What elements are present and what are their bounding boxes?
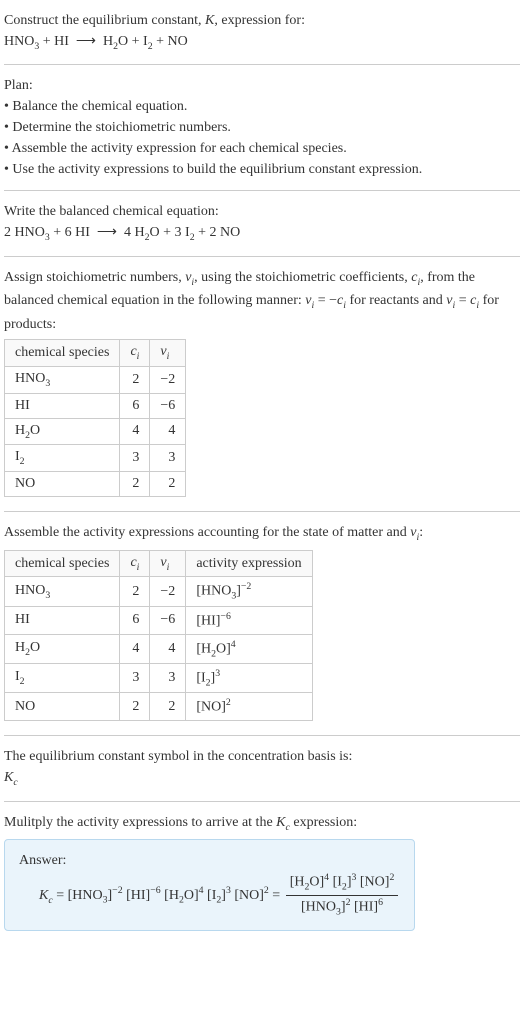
balanced-title: Write the balanced chemical equation: xyxy=(4,201,520,222)
cell-c: 2 xyxy=(120,366,150,393)
cell-species: NO xyxy=(5,693,120,721)
stoich-section: Assign stoichiometric numbers, νi, using… xyxy=(4,263,520,505)
cell-v: −6 xyxy=(150,393,186,418)
col-expr: activity expression xyxy=(186,550,312,577)
cell-expr: [H2O]4 xyxy=(186,634,312,663)
unbalanced-equation: HNO3 + HI ⟶ H2O + I2 + NO xyxy=(4,31,520,54)
plan-step: • Assemble the activity expression for e… xyxy=(4,138,520,159)
table-row: NO22[NO]2 xyxy=(5,693,313,721)
col-species: chemical species xyxy=(5,550,120,577)
col-c: ci xyxy=(120,550,150,577)
divider xyxy=(4,64,520,65)
cell-species: HI xyxy=(5,393,120,418)
cell-expr: [I2]3 xyxy=(186,663,312,692)
final-intro: Mulitply the activity expressions to arr… xyxy=(4,812,520,835)
col-c: ci xyxy=(120,339,150,366)
cell-c: 3 xyxy=(120,445,150,472)
col-v: νi xyxy=(150,339,186,366)
fraction-numerator: [H2O]4 [I2]3 [NO]2 xyxy=(286,871,399,895)
divider xyxy=(4,735,520,736)
fraction: [H2O]4 [I2]3 [NO]2 [HNO3]2 [HI]6 xyxy=(286,871,399,920)
cell-expr: [HNO3]−2 xyxy=(186,577,312,606)
cell-species: H2O xyxy=(5,418,120,445)
cell-c: 2 xyxy=(120,472,150,497)
cell-c: 6 xyxy=(120,393,150,418)
cell-expr: [HI]−6 xyxy=(186,606,312,634)
cell-v: 4 xyxy=(150,634,186,663)
cell-species: NO xyxy=(5,472,120,497)
answer-expression: Kc = [HNO3]−2 [HI]−6 [H2O]4 [I2]3 [NO]2 … xyxy=(19,871,400,920)
final-section: Mulitply the activity expressions to arr… xyxy=(4,808,520,936)
divider xyxy=(4,511,520,512)
cell-v: −2 xyxy=(150,577,186,606)
plan-section: Plan: • Balance the chemical equation. •… xyxy=(4,71,520,184)
table-row: NO22 xyxy=(5,472,186,497)
cell-c: 4 xyxy=(120,418,150,445)
cell-v: −2 xyxy=(150,366,186,393)
stoich-table: chemical species ci νi HNO32−2 HI6−6 H2O… xyxy=(4,339,186,497)
balanced-equation: 2 HNO3 + 6 HI ⟶ 4 H2O + 3 I2 + 2 NO xyxy=(4,222,520,245)
table-row: HI6−6 xyxy=(5,393,186,418)
table-row: HNO32−2[HNO3]−2 xyxy=(5,577,313,606)
stoich-intro: Assign stoichiometric numbers, νi, using… xyxy=(4,267,520,335)
table-row: HI6−6[HI]−6 xyxy=(5,606,313,634)
cell-c: 3 xyxy=(120,663,150,692)
cell-c: 6 xyxy=(120,606,150,634)
symbol-section: The equilibrium constant symbol in the c… xyxy=(4,742,520,794)
table-row: HNO32−2 xyxy=(5,366,186,393)
cell-v: −6 xyxy=(150,606,186,634)
cell-v: 3 xyxy=(150,445,186,472)
plan-title: Plan: xyxy=(4,75,520,96)
balanced-section: Write the balanced chemical equation: 2 … xyxy=(4,197,520,249)
cell-v: 4 xyxy=(150,418,186,445)
col-v: νi xyxy=(150,550,186,577)
cell-species: I2 xyxy=(5,445,120,472)
fraction-denominator: [HNO3]2 [HI]6 xyxy=(286,895,399,920)
activity-intro: Assemble the activity expressions accoun… xyxy=(4,522,520,545)
table-header-row: chemical species ci νi xyxy=(5,339,186,366)
answer-box: Answer: Kc = [HNO3]−2 [HI]−6 [H2O]4 [I2]… xyxy=(4,839,415,931)
cell-species: HNO3 xyxy=(5,577,120,606)
cell-c: 2 xyxy=(120,577,150,606)
cell-v: 3 xyxy=(150,663,186,692)
cell-v: 2 xyxy=(150,472,186,497)
cell-species: HNO3 xyxy=(5,366,120,393)
table-header-row: chemical species ci νi activity expressi… xyxy=(5,550,313,577)
table-row: H2O44[H2O]4 xyxy=(5,634,313,663)
divider xyxy=(4,190,520,191)
table-row: H2O44 xyxy=(5,418,186,445)
cell-species: HI xyxy=(5,606,120,634)
cell-v: 2 xyxy=(150,693,186,721)
symbol-value: Kc xyxy=(4,767,520,790)
cell-c: 4 xyxy=(120,634,150,663)
plan-step: • Use the activity expressions to build … xyxy=(4,159,520,180)
cell-species: H2O xyxy=(5,634,120,663)
cell-expr: [NO]2 xyxy=(186,693,312,721)
divider xyxy=(4,801,520,802)
cell-c: 2 xyxy=(120,693,150,721)
plan-step: • Balance the chemical equation. xyxy=(4,96,520,117)
plan-step: • Determine the stoichiometric numbers. xyxy=(4,117,520,138)
cell-species: I2 xyxy=(5,663,120,692)
symbol-text: The equilibrium constant symbol in the c… xyxy=(4,746,520,767)
table-row: I233[I2]3 xyxy=(5,663,313,692)
problem-header: Construct the equilibrium constant, K, e… xyxy=(4,6,520,58)
activity-section: Assemble the activity expressions accoun… xyxy=(4,518,520,729)
activity-table: chemical species ci νi activity expressi… xyxy=(4,550,313,721)
divider xyxy=(4,256,520,257)
table-row: I233 xyxy=(5,445,186,472)
answer-label: Answer: xyxy=(19,850,400,871)
col-species: chemical species xyxy=(5,339,120,366)
prompt-text: Construct the equilibrium constant, K, e… xyxy=(4,10,520,31)
